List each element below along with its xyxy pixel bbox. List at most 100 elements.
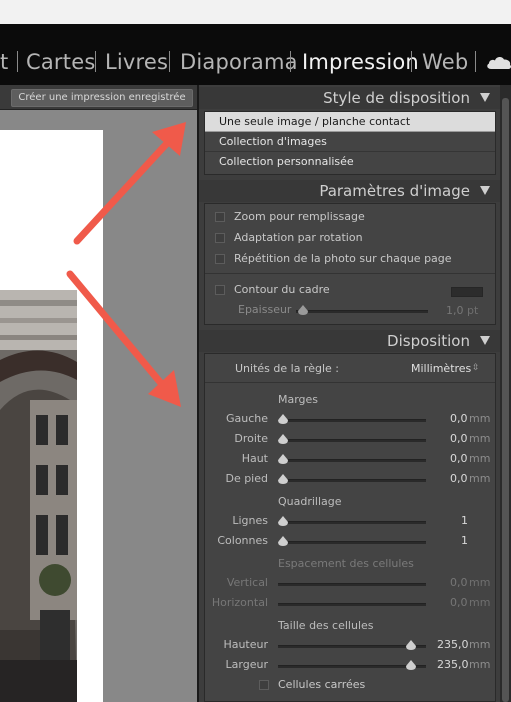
module-separator [169,51,170,72]
spacing-horizontal-unit: mm [469,596,491,609]
stroke-border-label: Contour du cadre [234,283,330,296]
margin-left-label: Gauche [225,412,268,425]
spacing-horizontal-track[interactable] [278,603,426,606]
module-print[interactable]: Impression [302,49,419,75]
cell-width-track[interactable] [278,665,426,668]
slider-thumb-icon[interactable] [278,474,288,484]
rotate-to-fit-checkbox[interactable] [215,233,225,243]
stroke-width-value[interactable]: 1,0 [446,304,464,318]
layout-title: Disposition [387,332,470,350]
window-top-band [0,0,511,24]
slider-thumb-icon[interactable] [278,454,288,464]
repeat-photo-label: Répétition de la photo sur chaque page [234,252,452,265]
stroke-width-unit: pt [467,304,479,317]
repeat-photo-checkbox[interactable] [215,254,225,264]
margin-left-value[interactable]: 0,0 [450,412,468,426]
grid-rows-track[interactable] [278,521,426,524]
grid-columns-value[interactable]: 1 [461,534,468,548]
triangle-down-icon[interactable] [480,336,490,345]
grid-group-title: Quadrillage [278,495,342,508]
image-settings-title: Paramètres d'image [319,182,470,200]
margin-right-value[interactable]: 0,0 [450,432,468,446]
triangle-down-icon[interactable] [480,186,490,195]
stroke-border-checkbox[interactable] [215,285,225,295]
module-maps[interactable]: Cartes [26,49,95,75]
spacing-horizontal-label: Horizontal [211,596,268,609]
layout-style-picture-package[interactable]: Collection d'images [205,132,495,152]
slider-thumb-icon[interactable] [278,414,288,424]
square-cells-label: Cellules carrées [278,678,366,691]
rotate-to-fit-label: Adaptation par rotation [234,231,363,244]
module-separator [475,51,476,72]
cloud-icon[interactable] [486,54,511,70]
margin-top-label: Haut [241,452,268,465]
margin-bottom-track[interactable] [278,479,426,482]
slider-thumb-icon[interactable] [278,516,288,526]
spacing-vertical-label: Vertical [226,576,268,589]
cell-width-value[interactable]: 235,0 [437,658,469,672]
grid-rows-value[interactable]: 1 [461,514,468,528]
photo-thumbnail [0,290,77,702]
triangle-down-icon[interactable] [480,93,490,102]
spacing-vertical-track[interactable] [278,583,426,586]
slider-thumb-icon[interactable] [298,305,308,315]
module-separator [411,51,412,72]
margin-left-unit: mm [469,412,491,425]
margin-right-label: Droite [234,432,268,445]
margin-bottom-unit: mm [469,472,491,485]
spacing-vertical-value[interactable]: 0,0 [450,576,468,590]
cell-size-group-title: Taille des cellules [278,619,374,632]
margin-top-unit: mm [469,452,491,465]
layout-style-header[interactable]: Style de disposition [199,87,500,109]
cell-height-track[interactable] [278,645,426,648]
section-divider [205,273,495,274]
cell-height-unit: mm [469,638,491,651]
select-updown-icon[interactable]: ⇳ [472,364,480,373]
layout-style-custom-package[interactable]: Collection personnalisée [205,152,495,172]
slider-thumb-icon[interactable] [406,660,416,670]
grid-columns-label: Colonnes [217,534,268,547]
module-separator [290,51,291,72]
create-saved-print-button[interactable]: Créer une impression enregistrée [11,89,193,107]
stroke-width-label: Epaisseur [238,303,292,316]
list-item-label: Collection d'images [219,135,327,148]
slider-thumb-icon[interactable] [278,536,288,546]
margin-right-track[interactable] [278,439,426,442]
margin-bottom-value[interactable]: 0,0 [450,472,468,486]
margin-top-value[interactable]: 0,0 [450,452,468,466]
panel-scrollbar-thumb[interactable] [502,98,509,702]
stroke-width-track[interactable] [296,310,428,313]
grid-rows-label: Lignes [232,514,268,527]
grid-columns-track[interactable] [278,541,426,544]
section-divider [205,382,495,383]
slider-thumb-icon[interactable] [406,640,416,650]
zoom-to-fill-checkbox[interactable] [215,212,225,222]
cell-width-unit: mm [469,658,491,671]
margin-left-track[interactable] [278,419,426,422]
square-cells-checkbox[interactable] [259,680,269,690]
margin-top-track[interactable] [278,459,426,462]
layout-style-single-image[interactable]: Une seule image / planche contact [205,112,495,132]
layout-style-title: Style de disposition [323,89,470,107]
module-develop-partial[interactable]: t [0,49,8,75]
spacing-horizontal-value[interactable]: 0,0 [450,596,468,610]
spacing-vertical-unit: mm [469,576,491,589]
stroke-color-swatch[interactable] [451,287,483,297]
module-separator [95,51,96,72]
margin-right-unit: mm [469,432,491,445]
image-settings-header[interactable]: Paramètres d'image [199,180,500,202]
slider-thumb-icon[interactable] [278,434,288,444]
ruler-units-label: Unités de la règle : [235,362,339,375]
module-slideshow[interactable]: Diaporama [180,49,298,75]
cell-spacing-group-title: Espacement des cellules [278,557,414,570]
module-web[interactable]: Web [422,49,468,75]
ruler-units-select[interactable]: Millimètres [411,362,471,376]
module-books[interactable]: Livres [105,49,168,75]
module-separator [17,51,18,72]
cell-height-value[interactable]: 235,0 [437,638,469,652]
margins-group-title: Marges [278,393,319,406]
cell-width-label: Largeur [225,658,268,671]
layout-header[interactable]: Disposition [199,330,500,352]
zoom-to-fill-label: Zoom pour remplissage [234,210,365,223]
module-picker-bar: t Cartes Livres Diaporama Impression Web [0,24,511,85]
